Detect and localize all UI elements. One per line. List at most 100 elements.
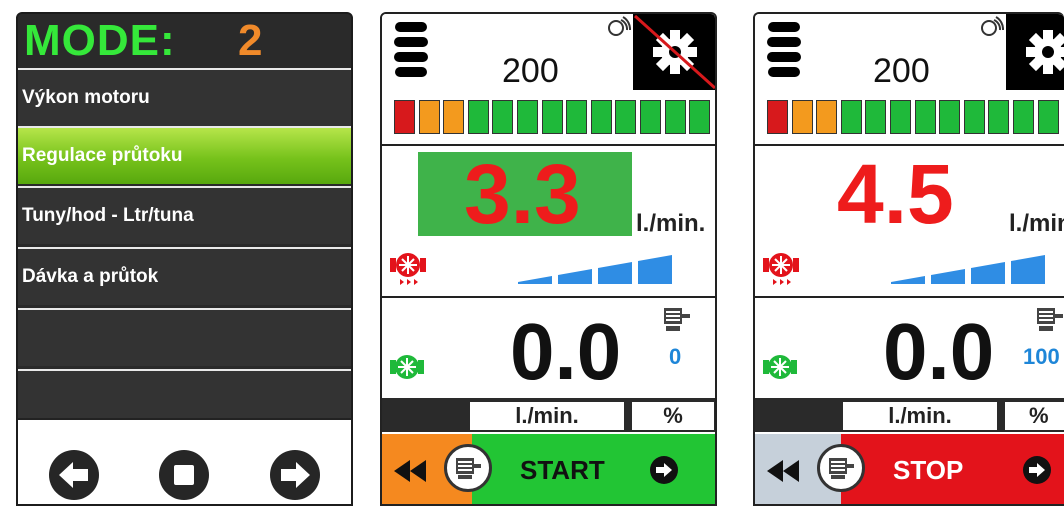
arrow-right-icon[interactable] <box>270 450 320 500</box>
mode-number: 2 <box>238 16 263 65</box>
percent-label: % <box>632 402 714 430</box>
menu-item-label: Regulace průtoku <box>22 145 183 166</box>
mode-menu-panel: MODE: 2 Výkon motoru Regulace průtoku Tu… <box>16 12 353 506</box>
level-segment <box>664 100 686 134</box>
flow-pump-idle-icon <box>763 355 797 379</box>
mode-label: MODE: <box>24 16 176 65</box>
level-segment <box>840 100 862 134</box>
level-segment <box>467 100 489 134</box>
unit-label-strip: l./min. % <box>755 398 1064 432</box>
signal-strength-bars <box>891 255 1045 284</box>
mode-header: MODE: 2 <box>18 14 351 68</box>
arrow-right-circle-icon <box>1023 456 1051 484</box>
level-segment <box>791 100 813 134</box>
motor-icon <box>664 308 690 331</box>
signal-bar <box>598 262 632 284</box>
level-segment <box>988 100 1010 134</box>
target-rate-box[interactable]: 4.5 <box>791 152 1005 236</box>
signal-bar <box>518 276 552 284</box>
signal-bar <box>638 255 672 284</box>
divider <box>382 144 715 146</box>
target-rate-box[interactable]: 3.3 <box>418 152 632 236</box>
action-bar: STOP <box>755 434 1064 504</box>
level-segment <box>541 100 563 134</box>
tank-value: 200 <box>502 52 559 90</box>
flow-pump-active-icon <box>390 253 426 285</box>
divider <box>755 144 1064 146</box>
menu-footer <box>18 418 351 504</box>
level-segment <box>816 100 838 134</box>
tank-status-area: 200 <box>755 14 1064 144</box>
menu-item-label: Výkon motoru <box>22 87 150 108</box>
level-segment <box>1037 100 1059 134</box>
tank-status-area: 200 <box>382 14 715 144</box>
level-segment <box>1013 100 1034 134</box>
signal-bar <box>931 269 965 284</box>
level-segment <box>492 100 514 134</box>
action-label: STOP <box>893 455 964 485</box>
menu-item-flow-regulation[interactable]: Regulace průtoku <box>18 126 351 184</box>
level-segment <box>443 100 465 134</box>
menu-item-engine-power[interactable]: Výkon motoru <box>18 68 351 126</box>
stop-square-icon[interactable] <box>159 450 209 500</box>
level-segment <box>517 100 538 134</box>
menu-item-label: Dávka a průtok <box>22 266 159 287</box>
barrel-icon <box>394 22 428 77</box>
level-segment <box>963 100 985 134</box>
signal-bar <box>971 262 1005 284</box>
signal-strength-bars <box>518 255 672 284</box>
target-rate-value: 3.3 <box>464 147 581 241</box>
motor-badge-icon <box>444 444 492 492</box>
signal-bar <box>891 276 925 284</box>
level-segment <box>590 100 612 134</box>
level-segment <box>418 100 440 134</box>
level-segment <box>865 100 887 134</box>
gear-icon <box>1026 30 1064 74</box>
tank-value: 200 <box>873 52 930 90</box>
barrel-icon <box>767 22 801 77</box>
menu-item-label: Tuny/hod - Ltr/tuna <box>22 205 194 226</box>
flow-pump-active-icon <box>763 253 799 285</box>
action-label: START <box>520 455 605 485</box>
menu-item-dose-and-flow[interactable]: Dávka a průtok <box>18 247 351 305</box>
unit-label-strip: l./min. % <box>382 398 715 432</box>
gps-signal-icon <box>981 16 1004 36</box>
flow-unit-label: l./min. <box>470 402 624 430</box>
level-segment <box>914 100 936 134</box>
percent-label: % <box>1005 402 1064 430</box>
arrow-left-icon[interactable] <box>49 450 99 500</box>
level-segment <box>890 100 911 134</box>
motor-value: 0 <box>669 344 682 369</box>
settings-gear-button[interactable] <box>1006 14 1064 90</box>
divider <box>755 296 1064 298</box>
level-segment <box>566 100 588 134</box>
settings-gear-button[interactable] <box>633 14 715 90</box>
operation-screen-start: 200 3.3 l./min. 0.0 0 l./min. % START <box>380 12 717 506</box>
level-segment <box>939 100 961 134</box>
actual-flow-value: 0.0 <box>510 307 622 396</box>
rate-unit: l./min <box>1009 210 1064 237</box>
divider <box>382 296 715 298</box>
gps-signal-icon <box>608 16 631 36</box>
rewind-icon <box>767 460 799 482</box>
flow-unit-label: l./min. <box>843 402 997 430</box>
signal-bar <box>1011 255 1045 284</box>
level-segment <box>394 100 415 134</box>
level-segment <box>615 100 637 134</box>
arrow-right-circle-icon <box>650 456 678 484</box>
signal-bar <box>558 269 592 284</box>
menu-item-empty-1[interactable] <box>18 308 351 366</box>
gear-icon <box>633 14 715 90</box>
rewind-icon <box>394 460 426 482</box>
operation-screen-stop: 200 4.5 l./mi 0.0 100 l./min. % STOP <box>753 12 1064 506</box>
level-segment <box>640 100 661 134</box>
actual-flow-value: 0.0 <box>883 307 995 396</box>
action-bar: START <box>382 434 715 504</box>
flow-pump-idle-icon <box>390 355 424 379</box>
menu-item-tons-per-hour[interactable]: Tuny/hod - Ltr/tuna <box>18 186 351 244</box>
level-segment <box>689 100 711 134</box>
level-segment <box>767 100 788 134</box>
motor-badge-icon <box>817 444 865 492</box>
rate-unit: l./min. <box>636 210 706 237</box>
target-rate-value: 4.5 <box>837 147 954 241</box>
